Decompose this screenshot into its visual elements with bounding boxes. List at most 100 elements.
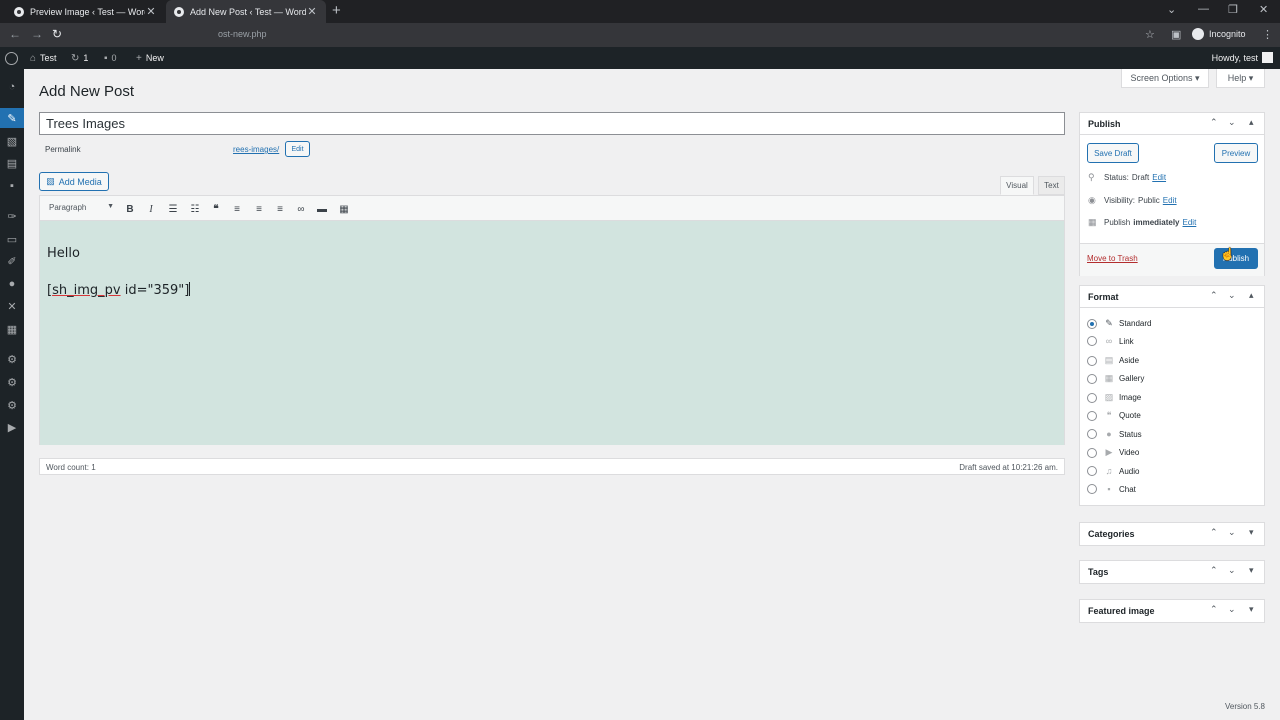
expand-toggle-icon[interactable]: ▾ xyxy=(1249,604,1254,615)
radio-button[interactable] xyxy=(1087,355,1097,366)
move-up-icon[interactable]: ⌃ xyxy=(1210,604,1218,615)
tools-brush-icon[interactable]: ✐ xyxy=(0,251,24,271)
address-bar[interactable]: ost-new.php xyxy=(218,29,267,39)
collapse-menu-icon[interactable]: ▶ xyxy=(0,417,24,437)
appearance-icon[interactable]: ✑ xyxy=(0,206,24,226)
schedule-edit-link[interactable]: Edit xyxy=(1183,218,1197,227)
preview-button[interactable]: Preview xyxy=(1214,143,1258,163)
collapse-toggle-icon[interactable]: ▴ xyxy=(1249,290,1254,301)
dashboard-icon[interactable]: ◔ xyxy=(0,77,24,97)
help-button[interactable]: Help ▾ xyxy=(1216,69,1265,88)
radio-button[interactable] xyxy=(1087,392,1097,403)
radio-button[interactable] xyxy=(1087,318,1097,329)
save-draft-button[interactable]: Save Draft xyxy=(1087,143,1139,163)
editor-content-area[interactable]: Hello [sh_img_pv id="359"] xyxy=(39,221,1065,445)
expand-toggle-icon[interactable]: ▾ xyxy=(1249,527,1254,538)
incognito-indicator[interactable]: Incognito xyxy=(1192,28,1246,40)
users-icon[interactable]: ● xyxy=(0,274,24,294)
radio-button[interactable] xyxy=(1087,447,1097,458)
pages-icon[interactable]: ▤ xyxy=(0,153,24,173)
visibility-edit-link[interactable]: Edit xyxy=(1163,196,1177,205)
format-option-image[interactable]: ▨ Image xyxy=(1087,392,1141,403)
browser-tab-preview-image[interactable]: Preview Image ‹ Test — WordPre ✕ xyxy=(6,0,165,23)
format-option-chat[interactable]: ▪ Chat xyxy=(1087,484,1136,494)
radio-button[interactable] xyxy=(1087,410,1097,421)
move-down-icon[interactable]: ⌄ xyxy=(1228,527,1236,538)
gear-icon[interactable]: ⚙ xyxy=(0,395,24,415)
gear-icon[interactable]: ⚙ xyxy=(0,372,24,392)
screen-options-button[interactable]: Screen Options ▾ xyxy=(1121,69,1209,88)
browser-menu-icon[interactable]: ⋮ xyxy=(1262,28,1273,41)
comments-link[interactable]: ▪ 0 xyxy=(104,47,117,69)
format-option-video[interactable]: ▶ Video xyxy=(1087,447,1139,458)
media-icon[interactable]: ▧ xyxy=(0,131,24,151)
link-icon[interactable]: ∞ xyxy=(292,200,310,218)
radio-button[interactable] xyxy=(1087,466,1097,476)
bold-icon[interactable]: B xyxy=(121,200,139,218)
tools-icon[interactable]: ✕ xyxy=(0,296,24,316)
add-media-button[interactable]: ▧ Add Media xyxy=(39,172,109,191)
posts-pin-icon[interactable]: ✎ xyxy=(0,108,24,128)
collapse-toggle-icon[interactable]: ▴ xyxy=(1249,117,1254,128)
tags-box-header[interactable]: Tags ⌃ ⌄ ▾ xyxy=(1080,561,1264,583)
browser-tab-add-new-post[interactable]: Add New Post ‹ Test — WordPre ✕ xyxy=(166,0,326,23)
close-window-icon[interactable]: ✕ xyxy=(1259,3,1268,16)
site-name-link[interactable]: ⌂ Test xyxy=(30,47,57,69)
wordpress-logo-icon[interactable] xyxy=(5,47,18,69)
side-panel-icon[interactable]: ▣ xyxy=(1171,28,1181,41)
format-option-gallery[interactable]: ▦ Gallery xyxy=(1087,373,1144,384)
align-center-icon[interactable]: ≡ xyxy=(250,200,268,218)
move-down-icon[interactable]: ⌄ xyxy=(1228,290,1236,301)
new-tab-button[interactable]: + xyxy=(332,2,341,19)
move-up-icon[interactable]: ⌃ xyxy=(1210,117,1218,128)
maximize-icon[interactable]: ❐ xyxy=(1228,3,1238,16)
radio-button[interactable] xyxy=(1087,484,1097,494)
format-option-aside[interactable]: ▤ Aside xyxy=(1087,355,1139,366)
align-right-icon[interactable]: ≡ xyxy=(271,200,289,218)
tab-visual[interactable]: Visual xyxy=(1000,176,1034,195)
move-to-trash-link[interactable]: Move to Trash xyxy=(1087,254,1138,263)
close-tab-icon[interactable]: ✕ xyxy=(306,5,318,18)
howdy-user[interactable]: Howdy, test xyxy=(1212,47,1258,69)
format-option-audio[interactable]: ♫ Audio xyxy=(1087,466,1139,476)
move-up-icon[interactable]: ⌃ xyxy=(1210,527,1218,538)
featured-image-box-header[interactable]: Featured image ⌃ ⌄ ▾ xyxy=(1080,600,1264,622)
expand-toggle-icon[interactable]: ▾ xyxy=(1249,565,1254,576)
categories-box-header[interactable]: Categories ⌃ ⌄ ▾ xyxy=(1080,523,1264,545)
read-more-icon[interactable]: ▬ xyxy=(313,200,331,218)
permalink-url-link[interactable]: rees-images/ xyxy=(233,145,279,154)
avatar[interactable] xyxy=(1262,52,1273,63)
format-option-standard[interactable]: ✎ Standard xyxy=(1087,318,1151,329)
format-select[interactable]: Paragraph ▼ xyxy=(44,200,118,217)
move-down-icon[interactable]: ⌄ xyxy=(1228,117,1236,128)
updates-link[interactable]: ↻ 1 xyxy=(71,47,88,69)
tab-search-icon[interactable]: ⌄ xyxy=(1167,3,1176,16)
radio-button[interactable] xyxy=(1087,336,1097,346)
back-icon[interactable]: ← xyxy=(9,27,21,41)
new-content-link[interactable]: + New xyxy=(136,47,164,69)
numbered-list-icon[interactable]: ☷ xyxy=(186,200,204,218)
settings-icon[interactable]: ▦ xyxy=(0,319,24,339)
bookmark-star-icon[interactable]: ☆ xyxy=(1145,28,1155,41)
permalink-edit-button[interactable]: Edit xyxy=(285,141,310,157)
minimize-icon[interactable]: — xyxy=(1198,3,1209,15)
post-title-input[interactable]: Trees Images xyxy=(39,112,1065,135)
move-down-icon[interactable]: ⌄ xyxy=(1228,604,1236,615)
move-up-icon[interactable]: ⌃ xyxy=(1210,290,1218,301)
reload-icon[interactable]: ↻ xyxy=(52,27,62,41)
italic-icon[interactable]: I xyxy=(142,200,160,218)
toolbar-toggle-icon[interactable]: ▦ xyxy=(335,200,353,218)
bulleted-list-icon[interactable]: ☰ xyxy=(164,200,182,218)
format-option-quote[interactable]: ❝ Quote xyxy=(1087,410,1141,421)
align-left-icon[interactable]: ≡ xyxy=(228,200,246,218)
radio-button[interactable] xyxy=(1087,429,1097,439)
format-option-status[interactable]: ● Status xyxy=(1087,429,1142,439)
radio-button[interactable] xyxy=(1087,373,1097,384)
move-up-icon[interactable]: ⌃ xyxy=(1210,565,1218,576)
status-edit-link[interactable]: Edit xyxy=(1152,173,1166,182)
blockquote-icon[interactable]: ❝ xyxy=(207,200,225,218)
move-down-icon[interactable]: ⌄ xyxy=(1228,565,1236,576)
close-tab-icon[interactable]: ✕ xyxy=(145,5,157,18)
format-option-link[interactable]: ∞ Link xyxy=(1087,336,1134,346)
comments-menu-icon[interactable]: ▪ xyxy=(0,176,24,196)
